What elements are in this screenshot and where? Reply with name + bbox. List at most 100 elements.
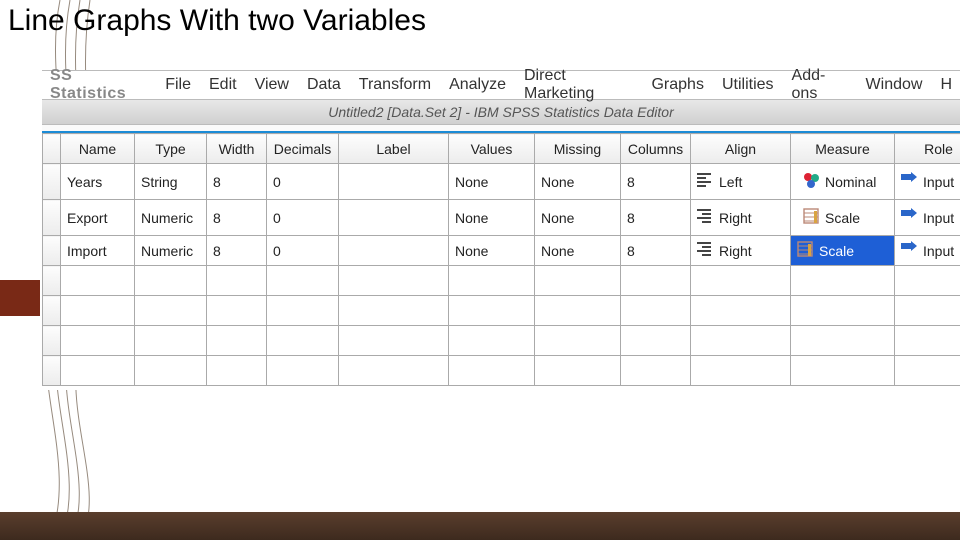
empty-cell[interactable] — [691, 326, 791, 356]
empty-cell[interactable] — [267, 296, 339, 326]
row-stub[interactable] — [43, 164, 61, 200]
cell-role[interactable]: Input — [895, 164, 960, 200]
menu-file[interactable]: File — [165, 76, 191, 94]
cell-decimals[interactable]: 0 — [267, 200, 339, 236]
cell-width[interactable]: 8 — [207, 236, 267, 266]
col-missing[interactable]: Missing — [535, 134, 621, 164]
empty-cell[interactable] — [691, 356, 791, 386]
row-stub[interactable] — [43, 326, 61, 356]
col-role[interactable]: Role — [895, 134, 960, 164]
empty-cell[interactable] — [691, 296, 791, 326]
menu-window[interactable]: Window — [866, 76, 923, 94]
cell-label[interactable] — [339, 164, 449, 200]
empty-cell[interactable] — [135, 296, 207, 326]
cell-values[interactable]: None — [449, 236, 535, 266]
cell-columns[interactable]: 8 — [621, 164, 691, 200]
empty-cell[interactable] — [895, 266, 960, 296]
cell-missing[interactable]: None — [535, 200, 621, 236]
cell-role[interactable]: Input — [895, 236, 960, 266]
cell-name[interactable]: Years — [61, 164, 135, 200]
empty-cell[interactable] — [339, 356, 449, 386]
menu-view[interactable]: View — [255, 76, 289, 94]
menu-transform[interactable]: Transform — [359, 76, 431, 94]
empty-cell[interactable] — [449, 326, 535, 356]
empty-cell[interactable] — [791, 326, 895, 356]
cell-columns[interactable]: 8 — [621, 200, 691, 236]
menu-add-ons[interactable]: Add-ons — [792, 67, 848, 103]
menu-graphs[interactable]: Graphs — [651, 76, 703, 94]
empty-cell[interactable] — [895, 356, 960, 386]
row-stub[interactable] — [43, 356, 61, 386]
col-columns[interactable]: Columns — [621, 134, 691, 164]
empty-cell[interactable] — [691, 266, 791, 296]
empty-cell[interactable] — [267, 326, 339, 356]
row-stub[interactable] — [43, 266, 61, 296]
empty-cell[interactable] — [895, 296, 960, 326]
menu-utilities[interactable]: Utilities — [722, 76, 774, 94]
cell-name[interactable]: Export — [61, 200, 135, 236]
cell-label[interactable] — [339, 236, 449, 266]
cell-type[interactable]: Numeric — [135, 236, 207, 266]
cell-type[interactable]: Numeric — [135, 200, 207, 236]
empty-cell[interactable] — [207, 356, 267, 386]
cell-values[interactable]: None — [449, 200, 535, 236]
col-measure[interactable]: Measure — [791, 134, 895, 164]
menu-analyze[interactable]: Analyze — [449, 76, 506, 94]
empty-cell[interactable] — [449, 266, 535, 296]
empty-cell[interactable] — [207, 266, 267, 296]
empty-cell[interactable] — [267, 266, 339, 296]
cell-measure[interactable]: Nominal — [791, 164, 895, 200]
cell-align[interactable]: Right — [691, 236, 791, 266]
empty-cell[interactable] — [207, 296, 267, 326]
empty-cell[interactable] — [535, 296, 621, 326]
empty-cell[interactable] — [61, 356, 135, 386]
table-row-empty[interactable] — [43, 326, 960, 356]
row-stub[interactable] — [43, 296, 61, 326]
col-width[interactable]: Width — [207, 134, 267, 164]
empty-cell[interactable] — [791, 356, 895, 386]
table-row-empty[interactable] — [43, 356, 960, 386]
row-stub[interactable] — [43, 200, 61, 236]
cell-decimals[interactable]: 0 — [267, 236, 339, 266]
empty-cell[interactable] — [621, 296, 691, 326]
empty-cell[interactable] — [339, 296, 449, 326]
table-row[interactable]: Import Numeric 8 0 None None 8 Right Sca… — [43, 236, 960, 266]
col-values[interactable]: Values — [449, 134, 535, 164]
menu-direct-marketing[interactable]: Direct Marketing — [524, 67, 633, 103]
empty-cell[interactable] — [449, 356, 535, 386]
empty-cell[interactable] — [449, 296, 535, 326]
empty-cell[interactable] — [621, 356, 691, 386]
empty-cell[interactable] — [339, 326, 449, 356]
cell-width[interactable]: 8 — [207, 200, 267, 236]
table-row[interactable]: Export Numeric 8 0 None None 8 Right Sca… — [43, 200, 960, 236]
empty-cell[interactable] — [621, 326, 691, 356]
empty-cell[interactable] — [535, 266, 621, 296]
cell-columns[interactable]: 8 — [621, 236, 691, 266]
cell-align[interactable]: Left — [691, 164, 791, 200]
cell-name[interactable]: Import — [61, 236, 135, 266]
menu-data[interactable]: Data — [307, 76, 341, 94]
empty-cell[interactable] — [61, 296, 135, 326]
col-label[interactable]: Label — [339, 134, 449, 164]
empty-cell[interactable] — [791, 296, 895, 326]
cell-width[interactable]: 8 — [207, 164, 267, 200]
table-row[interactable]: Years String 8 0 None None 8 Left Nomina… — [43, 164, 960, 200]
empty-cell[interactable] — [535, 356, 621, 386]
empty-cell[interactable] — [791, 266, 895, 296]
empty-cell[interactable] — [535, 326, 621, 356]
col-name[interactable]: Name — [61, 134, 135, 164]
empty-cell[interactable] — [207, 326, 267, 356]
cell-measure[interactable]: Scale — [791, 200, 895, 236]
menu-edit[interactable]: Edit — [209, 76, 237, 94]
cell-missing[interactable]: None — [535, 164, 621, 200]
empty-cell[interactable] — [61, 266, 135, 296]
cell-decimals[interactable]: 0 — [267, 164, 339, 200]
empty-cell[interactable] — [267, 356, 339, 386]
empty-cell[interactable] — [895, 326, 960, 356]
menu-help-truncated[interactable]: H — [940, 76, 952, 94]
empty-cell[interactable] — [61, 326, 135, 356]
table-row-empty[interactable] — [43, 296, 960, 326]
row-stub[interactable] — [43, 236, 61, 266]
cell-measure[interactable]: Scale — [791, 236, 895, 266]
cell-values[interactable]: None — [449, 164, 535, 200]
